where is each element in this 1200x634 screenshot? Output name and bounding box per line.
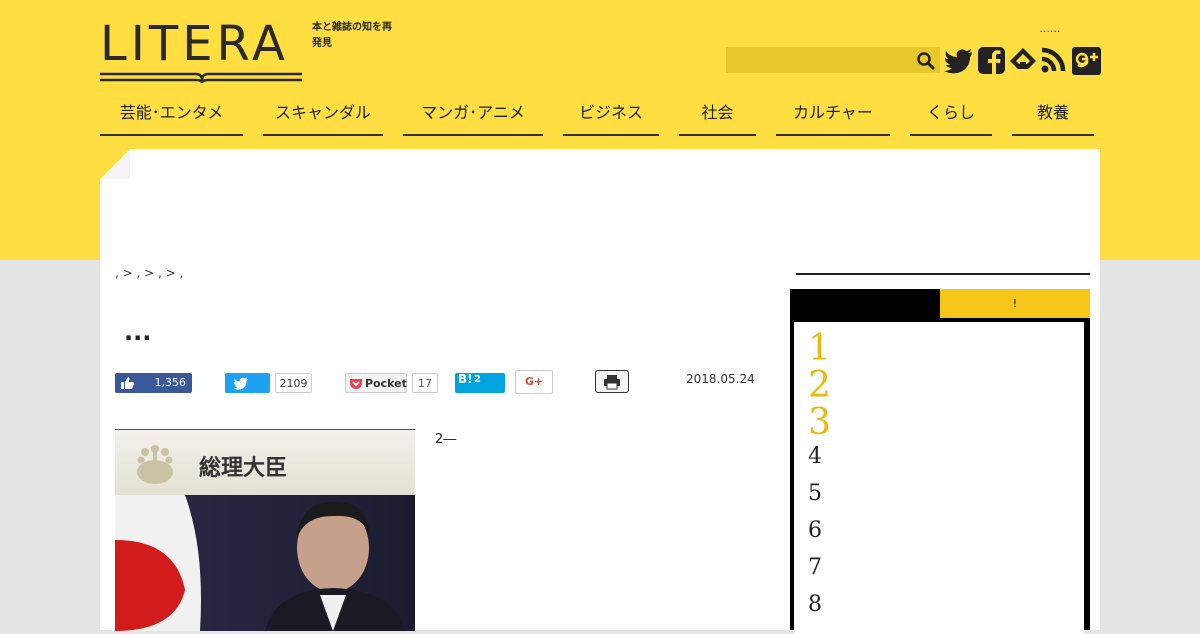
nav-lifestyle[interactable]: くらし (910, 98, 992, 136)
nav-business[interactable]: ビジネス (563, 98, 659, 136)
facebook-icon (978, 47, 1005, 74)
printer-icon (604, 375, 620, 390)
nav-entertainment[interactable]: 芸能･エンタメ (100, 98, 243, 136)
print-button[interactable] (595, 370, 629, 393)
nav-manga-anime[interactable]: マンガ･アニメ (403, 98, 543, 136)
nav-culture[interactable]: カルチャー (776, 98, 890, 136)
rss-link[interactable] (1040, 44, 1070, 76)
tweet-button[interactable] (225, 373, 270, 393)
page-fold-corner (100, 149, 130, 179)
tweet-count: 2109 (275, 373, 312, 393)
book-icon (100, 72, 302, 84)
google-plus-link[interactable] (1072, 44, 1102, 76)
rank-number[interactable]: 1 (808, 328, 831, 369)
article-title: ... (124, 318, 152, 346)
top-links[interactable]: ...... (1010, 22, 1090, 35)
pocket-count: 17 (412, 373, 438, 393)
twitter-icon (944, 49, 972, 74)
google-plus-label: G+ (524, 375, 544, 388)
ranking-tab-left[interactable] (790, 289, 940, 318)
nav-scandal[interactable]: スキャンダル (263, 98, 383, 136)
twitter-bird-icon (233, 377, 248, 390)
feedly-link[interactable] (1008, 44, 1038, 76)
rank-number[interactable]: 2 (808, 365, 831, 406)
facebook-like-button[interactable]: 1,356 (115, 373, 192, 393)
article-body-first-line: 2― (435, 432, 457, 447)
article-date: 2018.05.24 (686, 372, 755, 386)
rank-number[interactable]: 3 (808, 402, 831, 443)
hatena-bookmark-button[interactable]: B! 2 (455, 372, 505, 393)
logo-tagline: 本と雑誌の知を再発見 (312, 22, 392, 49)
rank-number[interactable]: 7 (808, 555, 822, 580)
nav-society[interactable]: 社会 (679, 98, 756, 136)
google-plus-button[interactable]: G+ (515, 370, 553, 394)
ranking-tab-right[interactable]: ! (940, 289, 1090, 318)
pocket-label: Pocket (365, 377, 407, 390)
sidebar-divider (796, 273, 1090, 275)
search-icon (917, 52, 935, 70)
feedly-icon (1010, 48, 1036, 69)
nav-education[interactable]: 教養 (1012, 98, 1094, 136)
twitter-link[interactable] (944, 44, 974, 76)
rank-number[interactable]: 6 (808, 518, 822, 543)
hatena-count: 2 (474, 374, 481, 385)
search-button[interactable] (916, 51, 936, 71)
paulownia-crest-icon (137, 445, 173, 484)
rank-number[interactable]: 5 (808, 481, 822, 506)
photo-caption-heading: 総理大臣 (199, 456, 288, 481)
rss-icon (1041, 47, 1066, 73)
site-logo[interactable]: LITERA 本と雑誌の知を再発見 (100, 14, 392, 86)
rank-number[interactable]: 8 (808, 592, 822, 617)
facebook-count: 1,356 (154, 376, 187, 389)
ranking-list: 1 2 3 4 5 6 7 8 (790, 318, 1090, 634)
pocket-button[interactable]: Pocket (345, 373, 407, 393)
facebook-link[interactable] (977, 44, 1007, 76)
article-photo: 総理大臣 (115, 429, 415, 631)
logo-wordmark: LITERA (100, 16, 289, 72)
google-plus-icon (1072, 47, 1101, 75)
breadcrumb[interactable]: , > , > , > , (115, 266, 183, 280)
thumbs-up-icon (121, 377, 134, 389)
rank-number[interactable]: 4 (808, 444, 822, 469)
search-input[interactable] (726, 47, 940, 73)
ranking-list-inner: 1 2 3 4 5 6 7 8 (794, 322, 1084, 634)
pocket-icon (350, 379, 362, 389)
hatena-label: B! (458, 372, 473, 386)
